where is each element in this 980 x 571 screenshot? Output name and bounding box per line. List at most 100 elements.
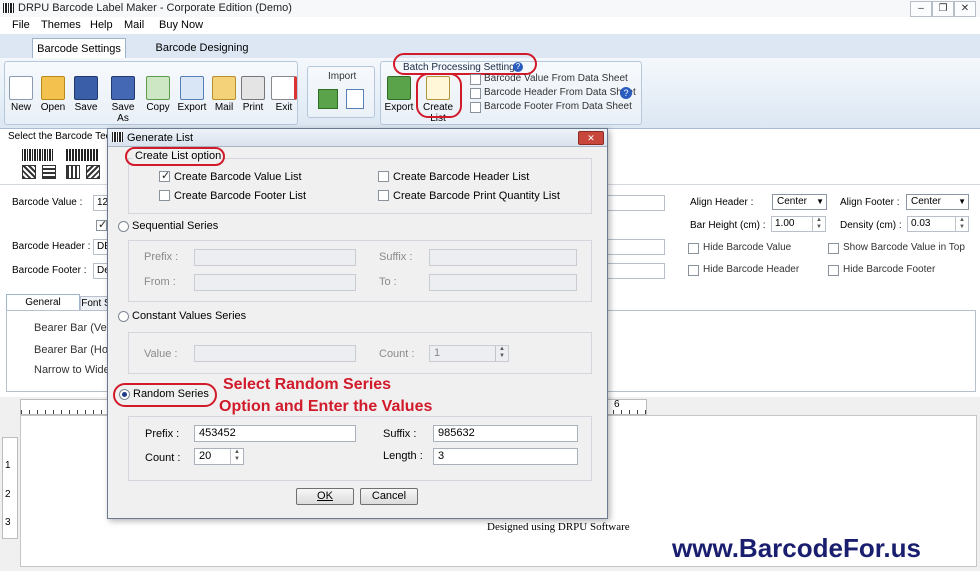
create-barcode-footer-list-checkbox[interactable] bbox=[159, 190, 170, 201]
align-header-label: Align Header : bbox=[690, 197, 754, 208]
top-ruler-tick-6: 6 bbox=[614, 399, 620, 410]
open-folder-icon bbox=[41, 76, 65, 100]
sequential-from-input[interactable] bbox=[194, 274, 356, 291]
export-button[interactable]: Export bbox=[176, 76, 208, 113]
barcode-value-from-data-sheet-checkbox[interactable] bbox=[470, 74, 481, 85]
save-as-button[interactable]: Save As bbox=[105, 76, 141, 124]
open-button[interactable]: Open bbox=[37, 76, 69, 113]
left-ruler-tick-3: 3 bbox=[5, 517, 11, 528]
sequential-to-input[interactable] bbox=[429, 274, 577, 291]
barcode-type-icon-2[interactable] bbox=[66, 149, 98, 161]
constant-count-spinner[interactable]: ▲ ▼ bbox=[495, 346, 508, 361]
constant-count-label: Count : bbox=[379, 348, 415, 360]
create-barcode-print-quantity-list-label: Create Barcode Print Quantity List bbox=[393, 190, 560, 202]
random-prefix-input[interactable]: 453452 bbox=[194, 425, 356, 442]
ribbon: New Open Save Save As Copy Export Mail P… bbox=[0, 53, 980, 129]
menu-help[interactable]: Help bbox=[90, 19, 113, 31]
ok-button[interactable]: OK bbox=[296, 488, 354, 505]
create-barcode-print-quantity-list-checkbox[interactable] bbox=[378, 190, 389, 201]
batch-export-button[interactable]: Export bbox=[383, 76, 415, 113]
random-suffix-label: Suffix : bbox=[383, 428, 417, 440]
save-button[interactable]: Save bbox=[70, 76, 102, 113]
save-icon bbox=[74, 76, 98, 100]
show-barcode-value-top-checkbox[interactable] bbox=[828, 243, 839, 254]
annotation-line-2: Option and Enter the Values bbox=[219, 398, 433, 415]
sequential-prefix-input[interactable] bbox=[194, 249, 356, 266]
hide-barcode-value-label: Hide Barcode Value bbox=[703, 242, 792, 253]
maximize-button[interactable]: ❐ bbox=[932, 1, 954, 17]
density-spinner[interactable]: ▲ ▼ bbox=[955, 217, 968, 232]
import-excel-icon[interactable] bbox=[318, 89, 338, 109]
barcode-header-from-data-sheet-checkbox[interactable] bbox=[470, 88, 481, 99]
new-button[interactable]: New bbox=[5, 76, 37, 113]
create-barcode-header-list-label: Create Barcode Header List bbox=[393, 171, 530, 183]
menu-mail[interactable]: Mail bbox=[124, 19, 144, 31]
density-input[interactable]: 0.03 ▲ ▼ bbox=[907, 216, 969, 232]
random-count-spinner[interactable]: ▲ ▼ bbox=[230, 449, 243, 464]
create-barcode-header-list-checkbox[interactable] bbox=[378, 171, 389, 182]
constant-count-input[interactable]: 1 ▲ ▼ bbox=[429, 345, 509, 362]
tab-barcode-designing-view[interactable]: Barcode Designing View bbox=[143, 38, 261, 74]
constant-value-input[interactable] bbox=[194, 345, 356, 362]
sequential-suffix-label: Suffix : bbox=[379, 251, 413, 263]
website-watermark: www.BarcodeFor.us bbox=[672, 533, 921, 563]
exit-button[interactable]: Exit bbox=[268, 76, 300, 113]
dialog-title-bar: Generate List ✕ bbox=[108, 129, 607, 147]
exit-icon bbox=[271, 76, 297, 100]
close-button[interactable]: ✕ bbox=[954, 1, 976, 17]
cancel-button[interactable]: Cancel bbox=[360, 488, 418, 505]
constant-values-series-radio[interactable] bbox=[118, 311, 129, 322]
align-header-select[interactable]: Center ▼ bbox=[772, 194, 827, 210]
menu-themes[interactable]: Themes bbox=[41, 19, 81, 31]
annotation-line-1: Select Random Series bbox=[223, 376, 392, 393]
save-as-icon bbox=[111, 76, 135, 100]
align-footer-select[interactable]: Center ▼ bbox=[906, 194, 969, 210]
random-series-radio[interactable] bbox=[119, 389, 130, 400]
constant-values-series-label: Constant Values Series bbox=[132, 310, 247, 322]
barcode-footer-from-data-sheet-checkbox[interactable] bbox=[470, 102, 481, 113]
sequential-series-label: Sequential Series bbox=[132, 220, 219, 232]
hide-barcode-footer-label: Hide Barcode Footer bbox=[843, 264, 936, 275]
copy-icon bbox=[146, 76, 170, 100]
copy-button[interactable]: Copy bbox=[142, 76, 174, 113]
bar-height-input[interactable]: 1.00 ▲ ▼ bbox=[771, 216, 826, 232]
datamatrix-barcode-icon[interactable] bbox=[42, 165, 56, 179]
maxicode-barcode-icon[interactable] bbox=[86, 165, 100, 179]
bar-height-label: Bar Height (cm) : bbox=[690, 220, 766, 231]
random-count-input[interactable]: 20 ▲ ▼ bbox=[194, 448, 244, 465]
hide-barcode-footer-checkbox[interactable] bbox=[828, 265, 839, 276]
barcode-footer-from-data-sheet-label: Barcode Footer From Data Sheet bbox=[484, 101, 632, 112]
pdf417-barcode-icon[interactable] bbox=[66, 165, 80, 179]
create-barcode-value-list-checkbox[interactable] bbox=[159, 169, 170, 182]
random-suffix-input[interactable]: 985632 bbox=[433, 425, 578, 442]
import-document-icon[interactable] bbox=[346, 89, 364, 109]
qr-barcode-icon[interactable] bbox=[22, 165, 36, 179]
tab-general-settings[interactable]: General Settings bbox=[6, 294, 80, 324]
barcode-header-from-data-sheet-label: Barcode Header From Data Sheet bbox=[484, 87, 636, 98]
linear-barcode-icon[interactable] bbox=[22, 149, 54, 161]
sequential-series-radio[interactable] bbox=[118, 221, 129, 232]
batch-export-icon bbox=[387, 76, 411, 100]
narrow-to-wide-label: Narrow to Wide bbox=[34, 364, 110, 376]
menu-buy-now[interactable]: Buy Now bbox=[159, 19, 203, 31]
dialog-close-button[interactable]: ✕ bbox=[578, 131, 604, 145]
tab-barcode-settings[interactable]: Barcode Settings bbox=[32, 38, 126, 59]
random-length-input[interactable]: 3 bbox=[433, 448, 578, 465]
minimize-button[interactable]: – bbox=[910, 1, 932, 17]
options-help-icon[interactable]: ? bbox=[620, 87, 632, 99]
export-icon bbox=[180, 76, 204, 100]
create-barcode-footer-list-label: Create Barcode Footer List bbox=[174, 190, 307, 202]
new-icon bbox=[9, 76, 33, 100]
mail-button[interactable]: Mail bbox=[208, 76, 240, 113]
sequential-suffix-input[interactable] bbox=[429, 249, 577, 266]
window-title: DRPU Barcode Label Maker - Corporate Edi… bbox=[18, 2, 292, 14]
create-list-highlight bbox=[416, 73, 462, 118]
menu-file[interactable]: File bbox=[12, 19, 30, 31]
bar-height-spinner[interactable]: ▲ ▼ bbox=[812, 217, 825, 232]
hide-barcode-value-checkbox[interactable] bbox=[688, 243, 699, 254]
print-button[interactable]: Print bbox=[237, 76, 269, 113]
barcode-value-checkbox[interactable] bbox=[96, 218, 107, 231]
hide-barcode-header-checkbox[interactable] bbox=[688, 265, 699, 276]
sequential-prefix-label: Prefix : bbox=[144, 251, 179, 263]
random-series-label: Random Series bbox=[133, 388, 209, 400]
